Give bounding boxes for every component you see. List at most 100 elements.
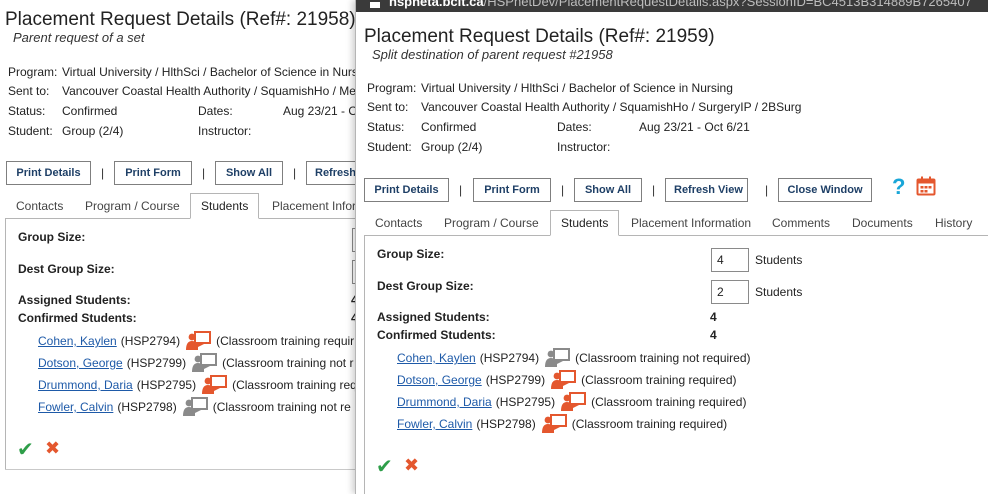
student-id: (HSP2795) xyxy=(136,378,197,392)
page-subtitle: Split destination of parent request #219… xyxy=(372,47,613,62)
student-name-link[interactable]: Drummond, Daria xyxy=(38,378,133,392)
group-size-label: Group Size: xyxy=(18,230,86,244)
print-form-button[interactable]: Print Form xyxy=(473,178,551,202)
sent-to-label: Sent to: xyxy=(8,84,50,98)
person-training-not-required-icon xyxy=(545,348,571,368)
student-id: (HSP2798) xyxy=(476,417,536,431)
tab-program-course[interactable]: Program / Course xyxy=(444,216,539,230)
group-size-input[interactable] xyxy=(711,248,749,272)
separator: | xyxy=(561,183,565,197)
student-name-link[interactable]: Fowler, Calvin xyxy=(397,417,472,431)
tab-documents[interactable]: Documents xyxy=(852,216,913,230)
browser-path: /HSPnetDev/PlacementRequestDetails.aspx?… xyxy=(483,0,972,9)
refresh-view-button[interactable]: Refresh View xyxy=(665,178,748,202)
program-value: Virtual University / HlthSci / Bachelor … xyxy=(421,81,733,95)
student-row: Dotson, George (HSP2799) (Classroom traini… xyxy=(38,353,353,373)
dest-group-size-input[interactable] xyxy=(711,280,749,304)
sent-to-value: Vancouver Coastal Health Authority / Squ… xyxy=(421,100,802,114)
student-id: (HSP2795) xyxy=(495,395,556,409)
student-name-link[interactable]: Drummond, Daria xyxy=(397,395,492,409)
page-title: Placement Request Details (Ref#: 21959) xyxy=(364,26,715,47)
tab-program-course[interactable]: Program / Course xyxy=(85,199,180,213)
person-training-not-required-icon xyxy=(182,397,209,417)
student-name-link[interactable]: Fowler, Calvin xyxy=(38,400,113,414)
dest-group-size-label: Dest Group Size: xyxy=(377,279,474,293)
cancel-x-icon[interactable]: ✖ xyxy=(404,455,419,476)
student-id: (HSP2794) xyxy=(479,351,540,365)
tab-placement-information[interactable]: Placement Infor xyxy=(272,199,355,213)
status-value: Confirmed xyxy=(62,104,118,118)
close-window-button[interactable]: Close Window xyxy=(778,178,872,202)
person-training-required-icon xyxy=(202,375,228,395)
group-size-label: Group Size: xyxy=(377,247,445,261)
sent-to-value: Vancouver Coastal Health Authority / Squ… xyxy=(62,84,355,98)
student-row: Drummond, Daria (HSP2795) (Classroom train… xyxy=(38,375,355,395)
training-note: (Classroom training not re xyxy=(212,400,351,414)
show-all-button[interactable]: Show All xyxy=(574,178,642,202)
status-label: Status: xyxy=(8,104,46,118)
refresh-view-button[interactable]: Refresh xyxy=(306,161,355,185)
confirmed-students-count: 4 xyxy=(710,328,717,342)
show-all-button[interactable]: Show All xyxy=(215,161,283,185)
calendar-icon[interactable] xyxy=(916,176,936,196)
cancel-x-icon[interactable]: ✖ xyxy=(45,438,60,459)
tab-comments[interactable]: Comments xyxy=(772,216,830,230)
print-form-button[interactable]: Print Form xyxy=(114,161,192,185)
help-question-icon[interactable]: ? xyxy=(892,174,905,200)
dest-group-size-label: Dest Group Size: xyxy=(18,262,115,276)
tab-contacts[interactable]: Contacts xyxy=(375,216,422,230)
confirmed-students-label: Confirmed Students: xyxy=(18,311,137,325)
browser-address-bar: hspneta.bcit.ca/HSPnetDev/PlacementReque… xyxy=(356,0,988,12)
student-name-link[interactable]: Dotson, George xyxy=(38,356,123,370)
separator: | xyxy=(293,166,297,180)
tab-contacts[interactable]: Contacts xyxy=(16,199,63,213)
student-id: (HSP2799) xyxy=(126,356,187,370)
dates-value: Aug 23/21 - O xyxy=(283,104,355,118)
program-label: Program: xyxy=(8,65,58,79)
tab-placement-information[interactable]: Placement Information xyxy=(631,216,751,230)
tab-students[interactable]: Students xyxy=(190,193,260,219)
training-note: (Classroom training required) xyxy=(591,395,747,409)
lock-icon xyxy=(370,2,380,8)
confirmed-students-label: Confirmed Students: xyxy=(377,328,496,342)
window-split-destination: hspneta.bcit.ca/HSPnetDev/PlacementReque… xyxy=(355,0,988,494)
confirm-check-icon[interactable]: ✔ xyxy=(376,454,393,479)
confirm-check-icon[interactable]: ✔ xyxy=(17,437,34,462)
student-row: Fowler, Calvin (HSP2798) (Classroom traini… xyxy=(38,397,351,417)
student-row: Cohen, Kaylen (HSP2794) (Classroom trainin… xyxy=(38,331,354,351)
student-id: (HSP2794) xyxy=(120,334,181,348)
student-row: Fowler, Calvin (HSP2798) (Classroom traini… xyxy=(397,414,727,434)
student-id: (HSP2799) xyxy=(485,373,546,387)
student-name-link[interactable]: Cohen, Kaylen xyxy=(38,334,117,348)
separator: | xyxy=(765,183,769,197)
dest-group-size-unit: Students xyxy=(755,285,803,299)
browser-host: hspneta.bcit.ca xyxy=(389,0,484,9)
training-note: (Classroom training required) xyxy=(571,417,728,431)
dates-value: Aug 23/21 - Oct 6/21 xyxy=(639,120,750,134)
training-note: (Classroom training not required) xyxy=(575,351,751,365)
training-note: (Classroom training requir xyxy=(216,334,355,348)
program-value: Virtual University / HlthSci / Bachelor … xyxy=(62,65,355,79)
instructor-label: Instructor: xyxy=(557,140,611,154)
window-parent-request: Placement Request Details (Ref#: 21958) … xyxy=(0,0,355,494)
separator: | xyxy=(652,183,656,197)
person-training-required-icon xyxy=(561,392,587,412)
separator: | xyxy=(101,166,105,180)
student-row: Cohen, Kaylen (HSP2794) (Classroom trainin… xyxy=(397,348,751,368)
student-value: Group (2/4) xyxy=(421,140,483,154)
dates-label: Dates: xyxy=(198,104,233,118)
instructor-label: Instructor: xyxy=(198,124,252,138)
tab-history[interactable]: History xyxy=(935,216,972,230)
tab-students[interactable]: Students xyxy=(550,210,620,236)
print-details-button[interactable]: Print Details xyxy=(6,161,91,185)
person-training-required-icon xyxy=(541,414,568,434)
page-title: Placement Request Details (Ref#: 21958) xyxy=(5,9,355,30)
student-name-link[interactable]: Dotson, George xyxy=(397,373,482,387)
page-subtitle: Parent request of a set xyxy=(13,30,145,45)
student-label: Student: xyxy=(8,124,53,138)
assigned-students-label: Assigned Students: xyxy=(377,310,490,324)
print-details-button[interactable]: Print Details xyxy=(364,178,449,202)
group-size-unit: Students xyxy=(755,253,803,267)
student-name-link[interactable]: Cohen, Kaylen xyxy=(397,351,476,365)
training-note: (Classroom training not r xyxy=(222,356,354,370)
